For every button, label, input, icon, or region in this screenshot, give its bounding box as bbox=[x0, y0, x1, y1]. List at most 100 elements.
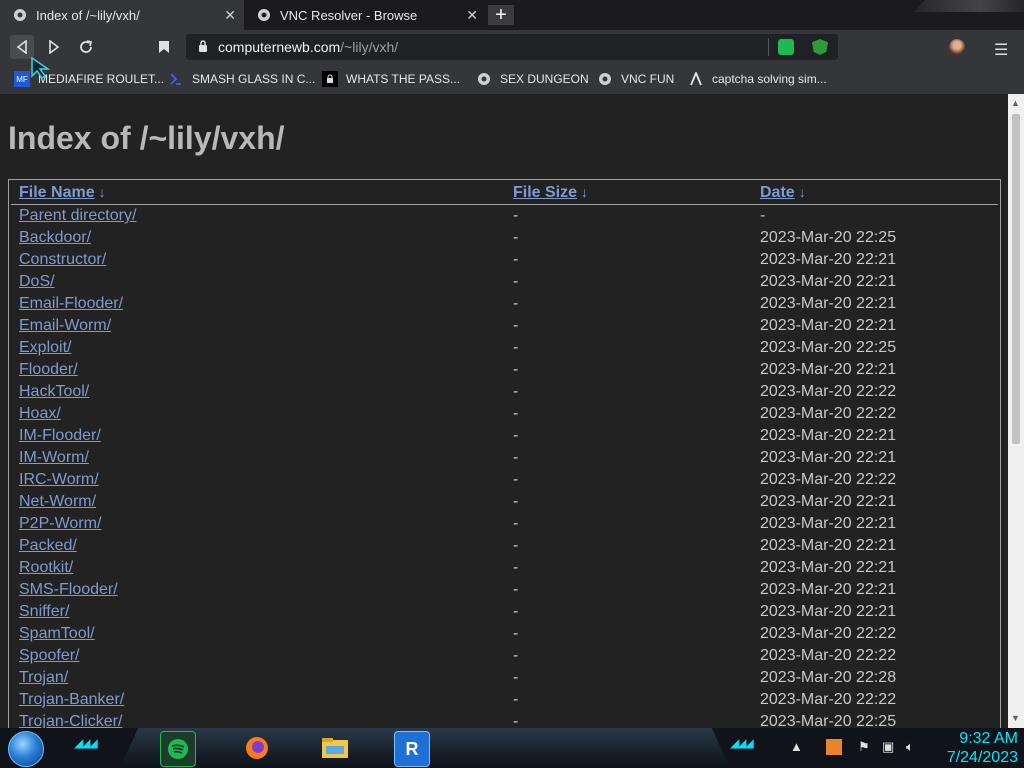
date-cell: 2023-Mar-20 22:25 bbox=[760, 339, 897, 356]
bookmark-label: SEX DUNGEON bbox=[500, 72, 589, 86]
directory-link[interactable]: Hoax/ bbox=[19, 405, 61, 422]
date-cell: 2023-Mar-20 22:22 bbox=[760, 691, 897, 708]
page-scrollbar[interactable]: ▲ ▼ bbox=[1008, 94, 1024, 728]
spotify-icon[interactable] bbox=[160, 731, 196, 767]
bookmark-captcha[interactable]: captcha solving sim... bbox=[688, 71, 827, 87]
new-tab-button[interactable]: + bbox=[488, 4, 514, 26]
table-row: SpamTool/ - 2023-Mar-20 22:22 bbox=[11, 623, 998, 645]
date-cell: 2023-Mar-20 22:25 bbox=[760, 229, 897, 246]
table-row: Trojan-Banker/ - 2023-Mar-20 22:22 bbox=[11, 689, 998, 711]
date-cell: 2023-Mar-20 22:21 bbox=[760, 559, 897, 576]
taskbar: ◢◢◢ ◢◢◢ R ▲ ⚑ ▣ 🔈︎ 9:32 AM 7/24/2023 bbox=[0, 728, 1024, 768]
bookmark-vnc-fun[interactable]: VNC FUN bbox=[597, 71, 674, 87]
flag-icon[interactable]: ⚑ bbox=[858, 739, 870, 755]
bookmark-page-button[interactable] bbox=[152, 35, 176, 59]
vnc-resolver-app-icon[interactable]: R bbox=[394, 731, 430, 767]
network-icon[interactable]: ▣ bbox=[882, 739, 894, 755]
directory-link[interactable]: Trojan-Clicker/ bbox=[19, 713, 122, 728]
file-name-cell: Exploit/ bbox=[11, 337, 505, 359]
file-name-cell: Email-Worm/ bbox=[11, 315, 505, 337]
table-row: Flooder/ - 2023-Mar-20 22:21 bbox=[11, 359, 998, 381]
directory-link[interactable]: Flooder/ bbox=[19, 361, 78, 378]
address-bar[interactable]: computernewb.com/~lily/vxh/ bbox=[186, 34, 838, 60]
file-name-cell: Backdoor/ bbox=[11, 227, 505, 249]
scrollbar-thumb[interactable] bbox=[1012, 114, 1020, 444]
bookmark-sex-dungeon[interactable]: SEX DUNGEON bbox=[476, 71, 589, 87]
sort-file-size-link[interactable]: File Size bbox=[513, 184, 577, 201]
file-size-cell: - bbox=[513, 295, 519, 312]
firefox-icon[interactable] bbox=[240, 731, 274, 765]
show-hidden-icons[interactable]: ▲ bbox=[790, 739, 803, 754]
directory-link[interactable]: Packed/ bbox=[19, 537, 77, 554]
scroll-up-icon[interactable]: ▲ bbox=[1011, 98, 1020, 108]
volume-icon[interactable]: 🔈︎ bbox=[906, 739, 914, 755]
directory-link[interactable]: HackTool/ bbox=[19, 383, 89, 400]
sort-arrow-icon[interactable]: ↓ bbox=[799, 184, 806, 200]
directory-link[interactable]: Constructor/ bbox=[19, 251, 106, 268]
directory-link[interactable]: Email-Flooder/ bbox=[19, 295, 123, 312]
tab-index-of-vxh[interactable]: Index of /~lily/vxh/ ✕ bbox=[0, 0, 244, 30]
page-content: Index of /~lily/vxh/ File Name ↓ File Siz… bbox=[0, 94, 1008, 728]
reload-button[interactable] bbox=[74, 35, 98, 59]
start-button[interactable] bbox=[8, 731, 44, 767]
column-file-name[interactable]: File Name ↓ bbox=[11, 180, 505, 205]
table-row: HackTool/ - 2023-Mar-20 22:22 bbox=[11, 381, 998, 403]
profile-avatar[interactable] bbox=[949, 39, 965, 55]
date-cell: 2023-Mar-20 22:28 bbox=[760, 669, 897, 686]
file-name-cell: IM-Worm/ bbox=[11, 447, 505, 469]
column-date[interactable]: Date ↓ bbox=[752, 180, 998, 205]
bookmark-whats-the-pass[interactable]: WHATS THE PASS... bbox=[322, 71, 460, 87]
tab-vnc-resolver[interactable]: VNC Resolver - Browse ✕ bbox=[244, 0, 486, 30]
file-name-cell: Trojan-Clicker/ bbox=[11, 711, 505, 728]
spotify-extension-icon[interactable] bbox=[778, 39, 794, 55]
directory-link[interactable]: IM-Flooder/ bbox=[19, 427, 101, 444]
file-size-cell: - bbox=[513, 691, 519, 708]
directory-link[interactable]: Parent directory/ bbox=[19, 207, 136, 224]
tray-app-icon[interactable] bbox=[826, 739, 842, 755]
directory-link[interactable]: Trojan/ bbox=[19, 669, 68, 686]
directory-link[interactable]: IM-Worm/ bbox=[19, 449, 89, 466]
directory-link[interactable]: Backdoor/ bbox=[19, 229, 91, 246]
menu-icon[interactable]: ☰ bbox=[994, 40, 1008, 60]
scroll-down-icon[interactable]: ▼ bbox=[1011, 713, 1020, 723]
system-clock[interactable]: 9:32 AM 7/24/2023 bbox=[947, 729, 1018, 767]
bookmark-smash-glass[interactable]: SMASH GLASS IN C... bbox=[168, 71, 315, 87]
table-row: Net-Worm/ - 2023-Mar-20 22:21 bbox=[11, 491, 998, 513]
file-name-cell: DoS/ bbox=[11, 271, 505, 293]
sort-file-name-link[interactable]: File Name bbox=[19, 184, 95, 201]
file-size-cell: - bbox=[513, 537, 519, 554]
directory-link[interactable]: Rootkit/ bbox=[19, 559, 73, 576]
table-row: IM-Flooder/ - 2023-Mar-20 22:21 bbox=[11, 425, 998, 447]
file-name-cell: Hoax/ bbox=[11, 403, 505, 425]
directory-link[interactable]: Email-Worm/ bbox=[19, 317, 111, 334]
directory-link[interactable]: IRC-Worm/ bbox=[19, 471, 99, 488]
directory-link[interactable]: Net-Worm/ bbox=[19, 493, 96, 510]
directory-link[interactable]: Trojan-Banker/ bbox=[19, 691, 124, 708]
file-explorer-icon[interactable] bbox=[318, 731, 352, 765]
sort-date-link[interactable]: Date bbox=[760, 184, 795, 201]
sort-arrow-icon[interactable]: ↓ bbox=[581, 184, 588, 200]
shield-extension-icon[interactable] bbox=[812, 39, 828, 55]
directory-link[interactable]: SpamTool/ bbox=[19, 625, 95, 642]
date-cell: 2023-Mar-20 22:22 bbox=[760, 405, 897, 422]
directory-link[interactable]: Spoofer/ bbox=[19, 647, 79, 664]
sort-arrow-icon[interactable]: ↓ bbox=[99, 184, 106, 200]
table-header-row: File Name ↓ File Size ↓ Date ↓ bbox=[11, 180, 998, 205]
bookmark-label: captcha solving sim... bbox=[712, 72, 827, 86]
file-name-cell: HackTool/ bbox=[11, 381, 505, 403]
close-tab-icon[interactable]: ✕ bbox=[224, 7, 236, 24]
directory-link[interactable]: SMS-Flooder/ bbox=[19, 581, 118, 598]
directory-link[interactable]: Exploit/ bbox=[19, 339, 71, 356]
directory-link[interactable]: P2P-Worm/ bbox=[19, 515, 101, 532]
close-tab-icon[interactable]: ✕ bbox=[466, 7, 478, 24]
bookmark-label: SMASH GLASS IN C... bbox=[192, 72, 316, 86]
file-size-cell: - bbox=[513, 603, 519, 620]
directory-link[interactable]: Sniffer/ bbox=[19, 603, 69, 620]
date-cell: 2023-Mar-20 22:22 bbox=[760, 383, 897, 400]
clock-date: 7/24/2023 bbox=[946, 749, 1018, 766]
table-row: Rootkit/ - 2023-Mar-20 22:21 bbox=[11, 557, 998, 579]
column-file-size[interactable]: File Size ↓ bbox=[505, 180, 752, 205]
table-row: DoS/ - 2023-Mar-20 22:21 bbox=[11, 271, 998, 293]
lock-icon[interactable] bbox=[198, 39, 208, 55]
directory-link[interactable]: DoS/ bbox=[19, 273, 55, 290]
